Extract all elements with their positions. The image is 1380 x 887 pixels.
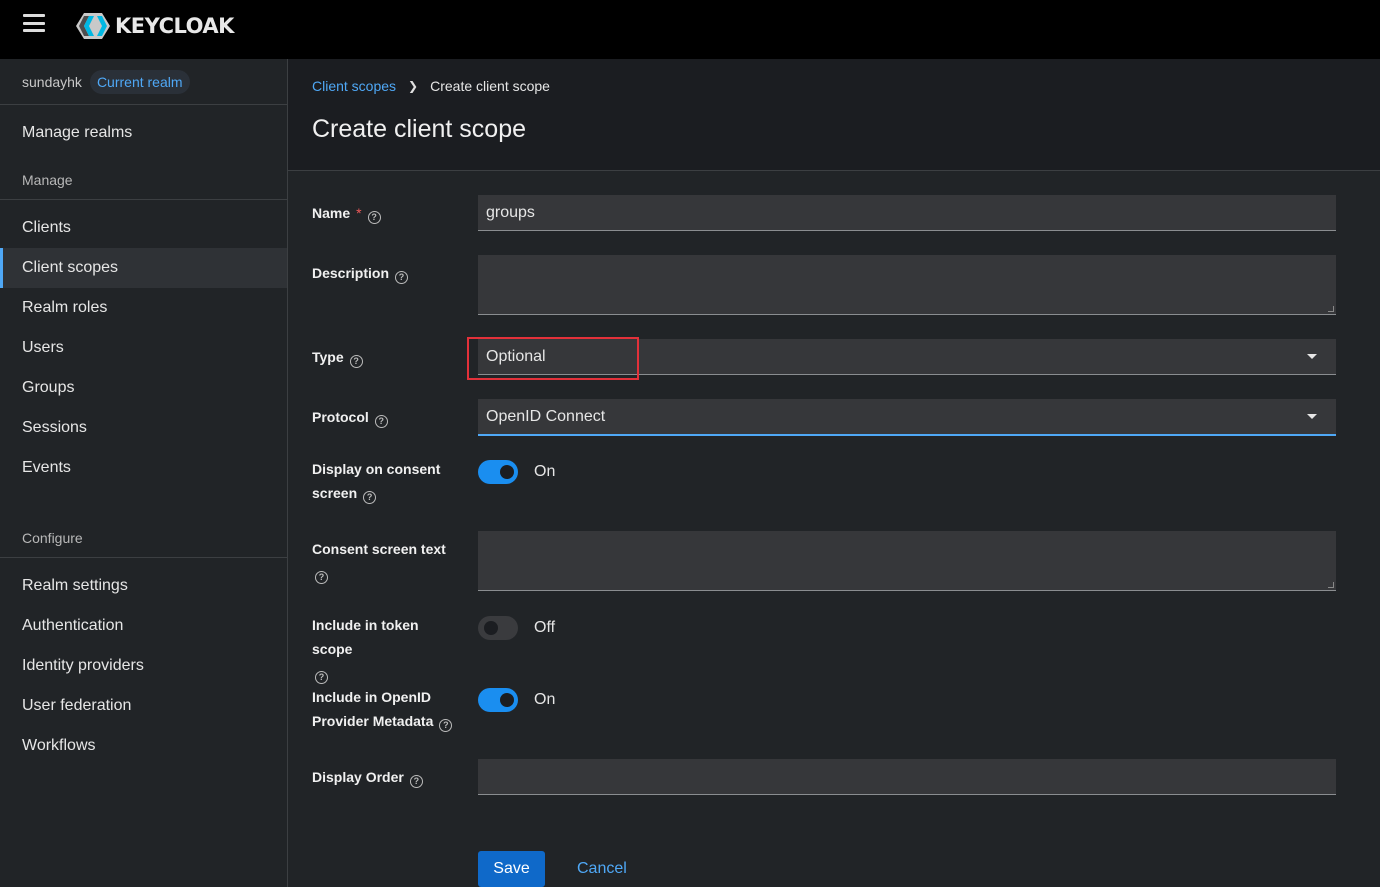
main-content: Client scopes ❯ Create client scope Crea… (288, 59, 1380, 887)
token-scope-state: Off (534, 619, 556, 636)
protocol-value: OpenID Connect (486, 407, 606, 425)
current-realm-badge: Current realm (89, 69, 190, 94)
required-marker: * (356, 205, 362, 221)
caret-down-icon (1307, 414, 1317, 419)
sidebar-section-configure: Configure (0, 518, 287, 558)
description-textarea[interactable] (478, 255, 1336, 315)
token-scope-label: Include in token scope ? (312, 613, 462, 685)
realm-name: sundayhk (22, 73, 82, 90)
name-label-text: Name (312, 205, 351, 221)
description-label: Description? (312, 261, 462, 285)
keycloak-logo[interactable]: KEYCLOAK (75, 12, 234, 40)
help-icon[interactable]: ? (315, 571, 328, 584)
sidebar: sundayhk Current realm Manage realms Man… (0, 59, 288, 887)
hamburger-menu-icon[interactable] (23, 14, 45, 32)
help-icon[interactable]: ? (395, 271, 409, 284)
toggle-knob (484, 621, 498, 635)
sidebar-item-client-scopes[interactable]: Client scopes (0, 248, 287, 288)
sidebar-item-clients[interactable]: Clients (0, 208, 287, 248)
sidebar-item-users[interactable]: Users (0, 328, 287, 368)
openid-metadata-label: Include in OpenID Provider Metadata? (312, 685, 472, 733)
display-order-label-text: Display Order (312, 769, 404, 785)
type-label: Type? (312, 345, 462, 369)
sidebar-item-manage-realms[interactable]: Manage realms (0, 105, 287, 160)
sidebar-item-workflows[interactable]: Workflows (0, 726, 287, 766)
protocol-label-text: Protocol (312, 409, 369, 425)
type-value: Optional (486, 347, 546, 365)
consent-text-label: Consent screen text ? (312, 537, 462, 585)
breadcrumb-current: Create client scope (430, 78, 550, 94)
keycloak-logo-icon (76, 13, 110, 39)
sidebar-item-user-federation[interactable]: User federation (0, 686, 287, 726)
chevron-right-icon: ❯ (408, 79, 419, 93)
logo-text: KEYCLOAK (115, 14, 234, 38)
client-scope-form: Name *? groups Description? Type? Optiona… (288, 171, 1380, 887)
cancel-button[interactable]: Cancel (577, 851, 627, 887)
display-order-input[interactable] (478, 759, 1336, 795)
resize-handle-icon[interactable] (1328, 582, 1334, 588)
help-icon[interactable]: ? (374, 415, 388, 428)
protocol-select[interactable]: OpenID Connect (478, 399, 1336, 436)
token-scope-toggle[interactable] (478, 616, 518, 640)
sidebar-item-groups[interactable]: Groups (0, 368, 287, 408)
openid-metadata-toggle[interactable] (478, 688, 518, 712)
save-button[interactable]: Save (478, 851, 545, 887)
type-label-text: Type (312, 349, 344, 365)
page-title: Create client scope (312, 115, 527, 143)
help-icon[interactable]: ? (363, 491, 377, 504)
help-icon[interactable]: ? (409, 775, 423, 788)
consent-text-textarea[interactable] (478, 531, 1336, 591)
openid-metadata-label-line2: Provider Metadata (312, 713, 434, 729)
name-label: Name *? (312, 201, 462, 225)
page-header: Client scopes ❯ Create client scope Crea… (288, 59, 1380, 171)
display-consent-label: Display on consent screen? (312, 457, 462, 505)
sidebar-item-authentication[interactable]: Authentication (0, 606, 287, 646)
resize-handle-icon[interactable] (1328, 306, 1334, 312)
top-bar: KEYCLOAK (0, 0, 1380, 59)
openid-metadata-state: On (534, 691, 556, 708)
display-consent-label-line1: Display on consent (312, 461, 441, 477)
protocol-label: Protocol? (312, 405, 462, 429)
openid-metadata-label-line1: Include in OpenID (312, 689, 432, 705)
type-select[interactable]: Optional (478, 339, 1336, 375)
help-icon[interactable]: ? (349, 355, 363, 368)
realm-selector[interactable]: sundayhk Current realm (0, 59, 287, 105)
sidebar-item-identity-providers[interactable]: Identity providers (0, 646, 287, 686)
help-icon[interactable]: ? (315, 671, 328, 684)
display-consent-toggle[interactable] (478, 460, 518, 484)
display-consent-state: On (534, 463, 556, 480)
toggle-knob (500, 465, 514, 479)
sidebar-item-sessions[interactable]: Sessions (0, 408, 287, 448)
breadcrumb-client-scopes-link[interactable]: Client scopes (312, 78, 396, 94)
display-consent-label-line2: screen (312, 485, 358, 501)
display-order-label: Display Order? (312, 765, 462, 789)
help-icon[interactable]: ? (439, 719, 453, 732)
help-icon[interactable]: ? (367, 211, 381, 224)
description-label-text: Description (312, 265, 390, 281)
breadcrumb: Client scopes ❯ Create client scope (312, 78, 550, 94)
caret-down-icon (1307, 354, 1317, 359)
sidebar-section-manage: Manage (0, 160, 287, 200)
sidebar-item-events[interactable]: Events (0, 448, 287, 488)
consent-text-label-text: Consent screen text (312, 541, 446, 557)
token-scope-label-text: Include in token scope (312, 617, 419, 657)
toggle-knob (500, 693, 514, 707)
sidebar-item-realm-settings[interactable]: Realm settings (0, 566, 287, 606)
sidebar-item-realm-roles[interactable]: Realm roles (0, 288, 287, 328)
name-input[interactable]: groups (478, 195, 1336, 231)
